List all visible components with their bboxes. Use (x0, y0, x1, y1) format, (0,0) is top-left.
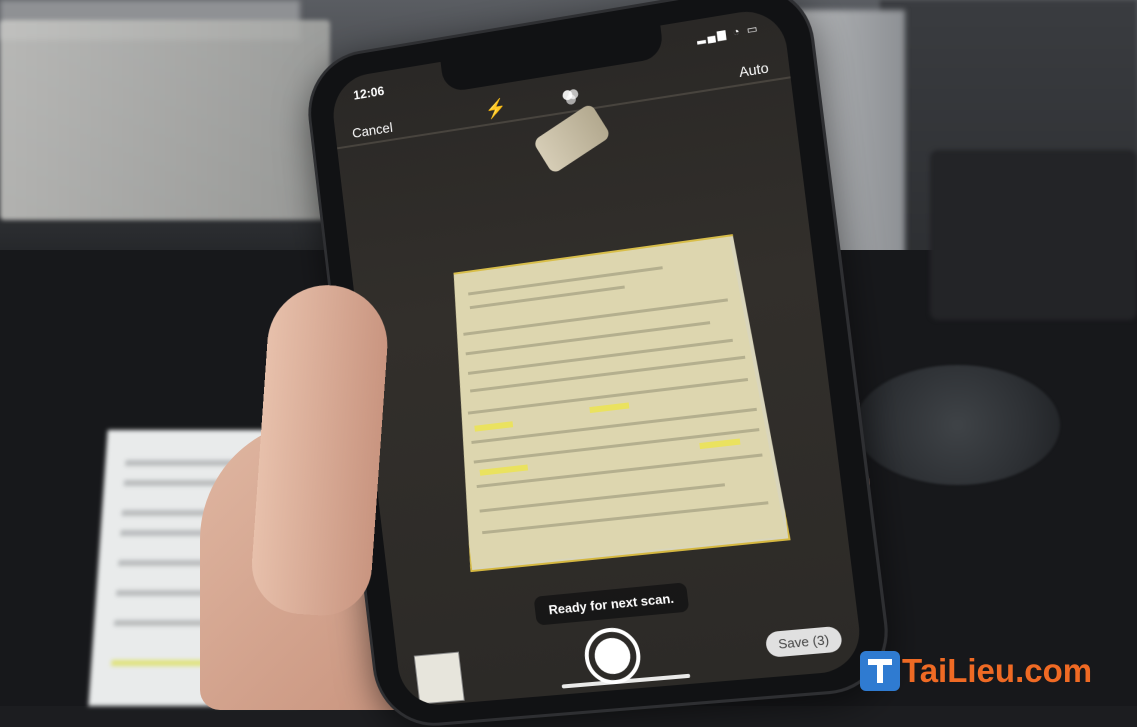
status-indicators: ▂▄▆ ◔ ▭ (696, 22, 761, 45)
color-filter-icon[interactable] (561, 87, 580, 106)
save-button[interactable]: Save (3) (764, 625, 844, 658)
background-device (930, 150, 1137, 320)
iphone: 12:06 ▂▄▆ ◔ ▭ Cancel ⚡ Auto Ready for ne… (304, 0, 892, 727)
scanner-screen: 12:06 ▂▄▆ ◔ ▭ Cancel ⚡ Auto Ready for ne… (329, 5, 865, 708)
scanned-pages-thumbnail[interactable] (413, 651, 465, 705)
coaster (855, 365, 1060, 485)
flash-icon[interactable]: ⚡ (484, 97, 508, 121)
thumb (248, 281, 392, 619)
shutter-button[interactable] (581, 625, 644, 687)
watermark-logo-icon (860, 651, 900, 691)
status-time: 12:06 (352, 83, 385, 103)
background-box (0, 20, 330, 220)
watermark-text: TaiLieu.com (902, 652, 1093, 689)
shutter-button-inner (592, 636, 633, 676)
cancel-button[interactable]: Cancel (351, 119, 393, 141)
auto-capture-button[interactable]: Auto (738, 59, 769, 80)
watermark: TaiLieu.com (860, 648, 1092, 694)
scan-status-message: Ready for next scan. (533, 582, 690, 626)
document-detection-overlay (435, 232, 786, 568)
